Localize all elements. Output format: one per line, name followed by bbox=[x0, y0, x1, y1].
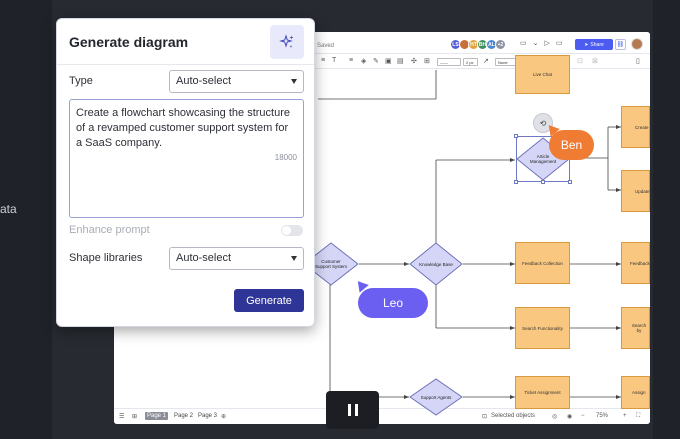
resize-handle[interactable] bbox=[541, 180, 545, 184]
sparkle-button[interactable] bbox=[270, 25, 304, 59]
resize-handle[interactable] bbox=[568, 180, 572, 184]
shape-libraries-value: Auto-select bbox=[176, 252, 232, 264]
node-search-right[interactable]: Search by bbox=[621, 307, 650, 349]
caret-down-icon bbox=[291, 79, 297, 84]
node-create[interactable]: Create bbox=[621, 106, 650, 148]
prompt-text: Create a flowchart showcasing the struct… bbox=[76, 107, 290, 149]
dialog-title: Generate diagram bbox=[69, 34, 189, 50]
dialog-divider bbox=[57, 64, 314, 65]
pause-icon bbox=[354, 404, 358, 416]
node-ticket-assignment[interactable]: Ticket Assignment bbox=[515, 376, 570, 409]
char-count: 18000 bbox=[274, 153, 297, 162]
node-assign[interactable]: Assign bbox=[621, 376, 650, 409]
pause-icon bbox=[347, 404, 351, 416]
node-update[interactable]: Update bbox=[621, 170, 650, 212]
generate-button[interactable]: Generate bbox=[234, 289, 304, 312]
pause-button[interactable] bbox=[326, 391, 379, 429]
type-select[interactable]: Auto-select bbox=[169, 70, 304, 93]
type-select-value: Auto-select bbox=[176, 75, 232, 87]
shape-libraries-select[interactable]: Auto-select bbox=[169, 247, 304, 270]
enhance-prompt-toggle[interactable] bbox=[281, 225, 303, 236]
node-support-agents[interactable]: Support Agents bbox=[409, 378, 463, 416]
sparkle-icon bbox=[279, 34, 294, 48]
enhance-prompt-label: Enhance prompt bbox=[69, 224, 150, 236]
node-live-chat[interactable]: Live Chat bbox=[515, 55, 570, 94]
node-label: Support Agents bbox=[420, 394, 452, 400]
shape-libraries-label: Shape libraries bbox=[69, 252, 143, 264]
caret-down-icon bbox=[291, 256, 297, 261]
resize-handle[interactable] bbox=[514, 134, 518, 138]
node-search-functionality[interactable]: Search Functionality bbox=[515, 307, 570, 349]
prompt-textarea[interactable]: Create a flowchart showcasing the struct… bbox=[69, 99, 304, 218]
generate-diagram-dialog: Generate diagram Type Auto-select Create… bbox=[56, 18, 315, 327]
node-feedback-collection[interactable]: Feedback Collection bbox=[515, 242, 570, 284]
node-label: Knowledge Base bbox=[419, 261, 453, 267]
cursor-label-ben: Ben bbox=[549, 130, 594, 160]
type-label: Type bbox=[69, 75, 93, 87]
node-feedback-right[interactable]: Feedback bbox=[621, 242, 650, 284]
cursor-label-leo: Leo bbox=[358, 288, 428, 318]
toggle-knob bbox=[282, 226, 291, 235]
node-knowledge-base[interactable]: Knowledge Base bbox=[409, 242, 463, 286]
resize-handle[interactable] bbox=[514, 180, 518, 184]
